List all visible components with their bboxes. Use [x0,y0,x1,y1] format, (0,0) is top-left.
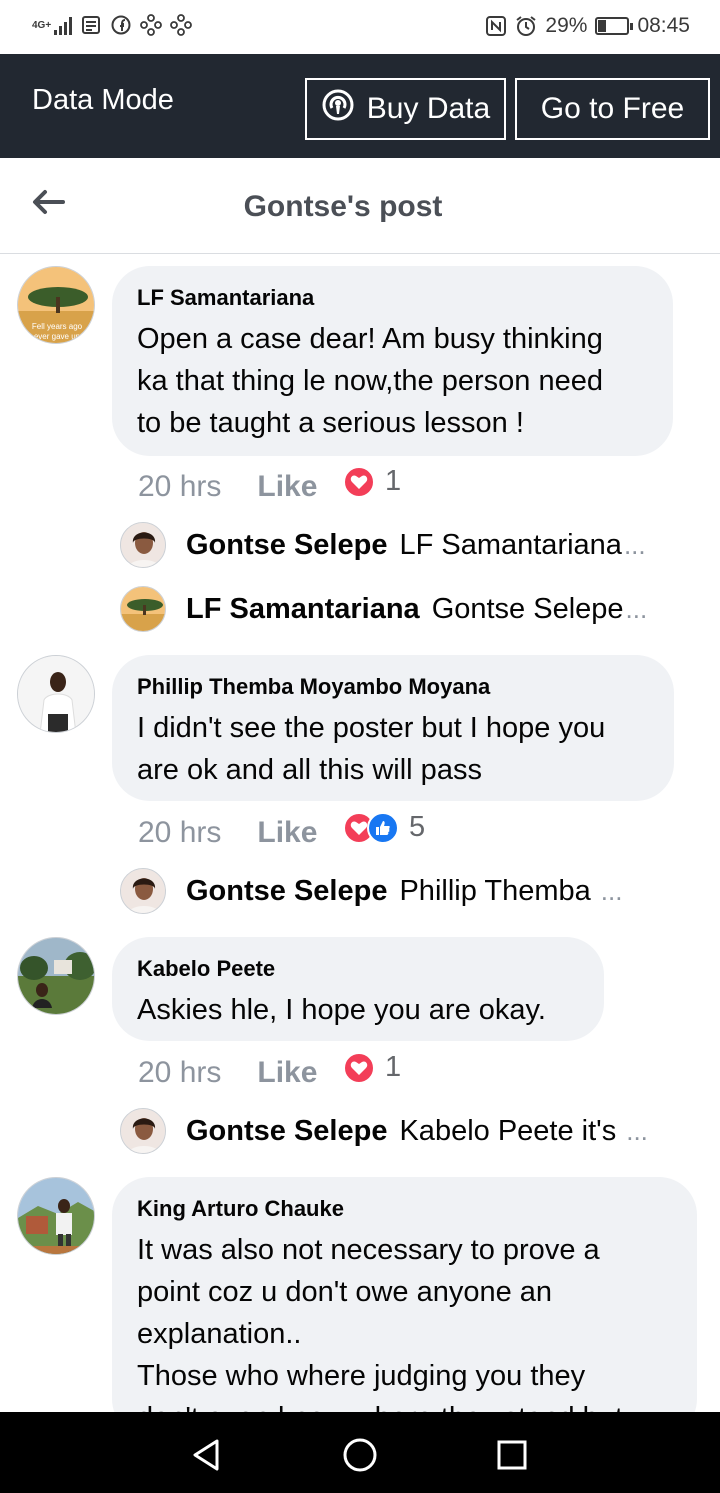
comment-author[interactable]: LF Samantariana [137,284,647,312]
buy-data-button[interactable]: Buy Data [305,78,506,140]
reply-preview[interactable]: Gontse Selepe Phillip Themba ... [120,866,680,916]
data-mode-bar: Data Mode Buy Data Go to Free [0,54,720,158]
news-icon [80,14,102,36]
comment-author[interactable]: Phillip Themba Moyambo Moyana [137,673,648,701]
battery-fill [598,20,607,32]
page-title: Gontse's post [243,190,443,223]
avatar[interactable] [17,937,95,1015]
reply-ellipsis: ... [623,529,646,560]
avatar[interactable]: Fell years ago ever gave up [17,266,95,344]
nav-recents-button[interactable] [487,1430,537,1480]
reply-author: Gontse Selepe [186,874,388,907]
share-nodes-icon-2 [170,14,192,36]
reactions[interactable]: 1 [343,465,401,498]
signal-icon [54,15,72,35]
go-to-free-button[interactable]: Go to Free [515,78,710,140]
reply-text: Kabelo Peete it's [399,1114,617,1147]
like-button[interactable]: Like [257,470,317,504]
reactions[interactable]: 1 [343,1051,401,1084]
nfc-icon [485,15,507,37]
heart-icon [343,465,375,498]
comment-meta: 20 hrs Like [138,470,317,504]
recents-square-icon [497,1440,527,1470]
data-mode-title: Data Mode [32,84,174,116]
alarm-icon [515,15,537,37]
system-nav-bar [0,1412,720,1493]
comment-meta: 20 hrs Like [138,816,317,850]
buy-data-label: Buy Data [366,92,491,125]
nav-back-button[interactable] [181,1430,231,1480]
status-bar: 4G+ 29% 08:45 [0,0,720,54]
comment-author[interactable]: Kabelo Peete [137,955,578,983]
svg-text:Fell years ago: Fell years ago [32,322,83,331]
reactions[interactable]: 5 [343,811,425,844]
avatar[interactable] [17,655,95,733]
status-left: 4G+ [32,14,192,36]
comment-text: I didn't see the poster but I hope you a… [137,712,606,786]
avatar [120,522,166,568]
share-nodes-icon [140,14,162,36]
facebook-icon [110,14,132,36]
comment-bubble: LF Samantariana Open a case dear! Am bus… [112,266,673,456]
broadcast-icon [321,88,355,130]
reply-author: LF Samantariana [186,592,420,625]
comment-meta: 20 hrs Like [138,1056,317,1090]
network-type: 4G+ [32,19,52,31]
reply-ellipsis: ... [600,875,623,906]
reply-ellipsis: ... [625,593,648,624]
reaction-count: 1 [385,465,402,497]
comment-time: 20 hrs [138,470,222,503]
thumbs-up-icon [367,811,399,844]
svg-text:ever gave up: ever gave up [34,332,81,341]
back-triangle-icon [193,1439,219,1471]
like-button[interactable]: Like [257,1056,317,1090]
reply-text: Gontse Selepe [431,592,624,625]
comment-bubble: Phillip Themba Moyambo Moyana I didn't s… [112,655,674,801]
comment-time: 20 hrs [138,1056,222,1089]
clock: 08:45 [637,14,690,37]
comment-text: Open a case dear! Am busy thinking ka th… [137,323,603,439]
reply-author: Gontse Selepe [186,1114,388,1147]
battery-icon [595,17,634,35]
reply-text: LF Samantariana [399,528,622,561]
nav-home-button[interactable] [335,1430,385,1480]
avatar[interactable] [17,1177,95,1255]
comment-text: Askies hle, I hope you are okay. [137,994,546,1026]
comment-author[interactable]: King Arturo Chauke [137,1195,671,1223]
comment-time: 20 hrs [138,816,222,849]
comment-text: It was also not necessary to prove a poi… [137,1234,623,1434]
status-right: 29% 08:45 [485,14,690,38]
reply-text: Phillip Themba [399,874,591,907]
reply-preview[interactable]: Gontse Selepe LF Samantariana ... [120,520,680,570]
reply-preview[interactable]: LF Samantariana Gontse Selepe ... [120,584,680,634]
heart-icon [343,1051,375,1084]
comment-bubble: Kabelo Peete Askies hle, I hope you are … [112,937,604,1041]
reaction-count: 5 [409,811,426,843]
avatar [120,1108,166,1154]
like-button[interactable]: Like [257,816,317,850]
avatar [120,586,166,632]
reaction-count: 1 [385,1051,402,1083]
post-header: Gontse's post [0,158,720,254]
battery-percent: 29% [545,14,588,37]
home-circle-icon [343,1438,377,1472]
comment-bubble: King Arturo Chauke It was also not neces… [112,1177,697,1437]
reply-author: Gontse Selepe [186,528,388,561]
reply-preview[interactable]: Gontse Selepe Kabelo Peete it's ... [120,1106,680,1156]
reply-ellipsis: ... [626,1115,648,1146]
go-to-free-label: Go to Free [540,92,685,125]
avatar [120,868,166,914]
